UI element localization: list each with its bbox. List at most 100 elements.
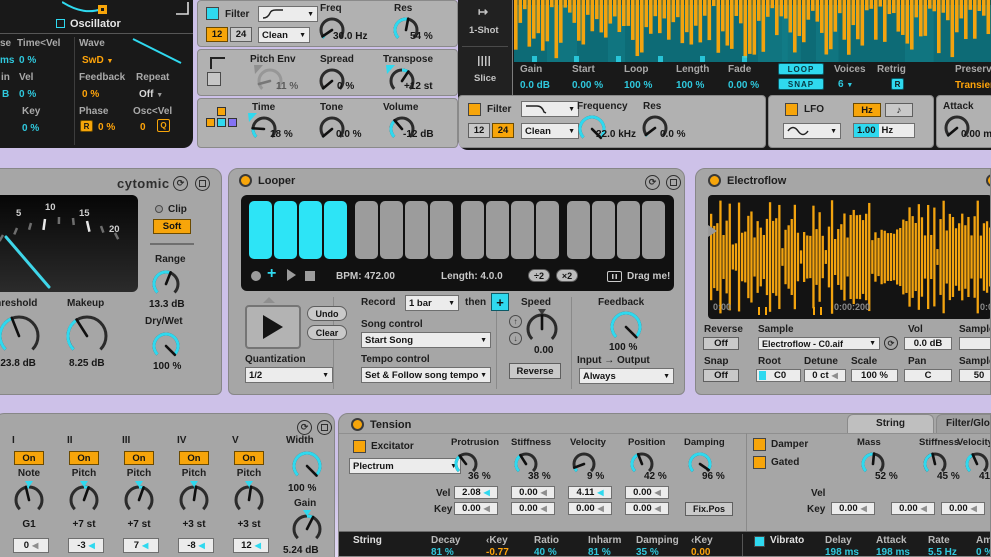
sample-param-value[interactable]: 0.00 % xyxy=(728,81,759,91)
exc-key-box[interactable]: 0.00◀ xyxy=(454,502,498,515)
resonator-pitch-value[interactable]: G1 xyxy=(6,520,52,530)
speed-value[interactable]: 0.00 xyxy=(534,346,553,356)
volume-value[interactable]: -12 dB xyxy=(403,130,434,140)
excitator-type-dropdown[interactable]: Plectrum▼ xyxy=(349,458,461,474)
vibrato-param-value[interactable]: 5.5 Hz xyxy=(928,548,957,557)
exc-vel-box[interactable]: 0.00◀ xyxy=(511,486,555,499)
spread-value[interactable]: 0 % xyxy=(337,82,354,92)
resonator-pitch-knob[interactable] xyxy=(121,481,157,522)
resonator-pitch-knob[interactable] xyxy=(66,481,102,522)
exc-knob-value[interactable]: 42 % xyxy=(644,472,667,482)
string-param-value[interactable]: 0.00 xyxy=(691,548,710,557)
oscvel-value[interactable]: 0 xyxy=(140,123,146,133)
hot-swap-icon[interactable]: ⟳ xyxy=(884,336,898,350)
lfo-checkbox[interactable] xyxy=(785,103,798,116)
threshold-value[interactable]: -23.8 dB xyxy=(0,359,36,369)
filter-checkbox[interactable] xyxy=(468,103,481,116)
resonator-pitch-value[interactable]: +3 st xyxy=(226,520,272,530)
string-param-value[interactable]: 40 % xyxy=(534,548,557,557)
attack-value[interactable]: 0.00 ms xyxy=(961,130,991,140)
bpm-readout[interactable]: BPM: 472.00 xyxy=(336,272,395,282)
drag-me-label[interactable]: Drag me! xyxy=(627,272,670,282)
song-control-dropdown[interactable]: Start Song▼ xyxy=(361,332,491,348)
preserve-value[interactable]: Transients xyxy=(955,81,991,91)
scroll-up-icon[interactable] xyxy=(263,297,275,303)
vibrato-param-value[interactable]: 198 ms xyxy=(825,548,859,557)
time-value[interactable]: 18 % xyxy=(270,130,293,140)
makeup-knob[interactable] xyxy=(63,311,111,364)
length-readout[interactable]: Length: 4.0.0 xyxy=(441,272,503,282)
play-marker-icon[interactable] xyxy=(708,225,717,237)
exc-vel-box[interactable]: 2.08◀ xyxy=(454,486,498,499)
sample-param-value[interactable]: 0.00 % xyxy=(572,81,603,91)
makeup-value[interactable]: 8.25 dB xyxy=(69,359,105,369)
filter-circuit-dropdown[interactable]: Clean▼ xyxy=(258,27,310,43)
gated-checkbox[interactable] xyxy=(753,456,766,469)
reverse-button[interactable]: Reverse xyxy=(509,363,561,379)
drywet-value[interactable]: 100 % xyxy=(153,362,181,372)
resonator-pitch-value[interactable]: +3 st xyxy=(171,520,217,530)
big-play-button[interactable] xyxy=(245,305,301,349)
resonator-offset-box[interactable]: 0◀ xyxy=(13,538,49,553)
exc-vel-box[interactable]: 4.11◀ xyxy=(568,486,612,499)
drag-clip-icon[interactable] xyxy=(607,271,622,282)
quantization-dropdown[interactable]: 1/2▼ xyxy=(245,367,333,383)
resonator-on-button[interactable]: On xyxy=(124,451,154,465)
exc-knob-value[interactable]: 36 % xyxy=(468,472,491,482)
damper-key-box[interactable]: 0.00◀ xyxy=(941,502,985,515)
resonator-pitch-knob[interactable] xyxy=(176,481,212,522)
sample-dropdown[interactable]: Electroflow - C0.aif▼ xyxy=(758,337,880,350)
filter-12db-button[interactable]: 12 xyxy=(206,27,228,42)
resonator-offset-box[interactable]: -3◀ xyxy=(68,538,104,553)
sample-waveform-display[interactable]: 0:00 0:00:200 0:0 xyxy=(708,195,991,319)
sample-param-value[interactable]: 100 % xyxy=(624,81,652,91)
resonator-offset-box[interactable]: 12◀ xyxy=(233,538,269,553)
exc-key-box[interactable]: 0.00◀ xyxy=(568,502,612,515)
freq-value[interactable]: 30.0 Hz xyxy=(333,32,367,42)
resonator-pitch-value[interactable]: +7 st xyxy=(116,520,162,530)
warp-marker[interactable] xyxy=(765,307,767,315)
res-value[interactable]: 54 % xyxy=(410,32,433,42)
exc-vel-box[interactable]: 0.00◀ xyxy=(625,486,669,499)
warp-marker[interactable] xyxy=(813,307,815,315)
pitch-mode-box[interactable] xyxy=(207,72,221,86)
snap-toggle[interactable]: Off xyxy=(703,369,739,382)
lfo-wave-dropdown[interactable]: ▼ xyxy=(783,123,841,139)
pan-box[interactable]: C xyxy=(904,369,952,382)
envelope-curve[interactable] xyxy=(62,0,118,16)
device-on-led[interactable] xyxy=(239,174,252,187)
damper-key-box[interactable]: 0.00◀ xyxy=(831,502,875,515)
fixpos-button[interactable]: Fix.Pos xyxy=(685,502,733,516)
voices-value[interactable]: 6 ▼ xyxy=(838,80,853,90)
root-box[interactable]: C0 xyxy=(756,369,801,382)
loop-display[interactable]: + BPM: 472.00 Length: 4.0.0 ÷2 ×2 Drag m… xyxy=(241,195,674,291)
oscillator-checkbox[interactable] xyxy=(56,19,65,28)
filter-checkbox[interactable] xyxy=(206,7,219,20)
lfo-rate-box[interactable]: 1.00 Hz xyxy=(853,123,915,138)
key-value[interactable]: 0 % xyxy=(22,124,39,134)
resonator-on-button[interactable]: On xyxy=(69,451,99,465)
width-value[interactable]: 100 % xyxy=(288,484,316,494)
reverse-toggle[interactable]: Off xyxy=(703,337,739,350)
timevel-value[interactable]: 0 % xyxy=(19,56,36,66)
resonator-pitch-value[interactable]: +7 st xyxy=(61,520,107,530)
string-param-value[interactable]: 35 % xyxy=(636,548,659,557)
quantize-button[interactable]: Q xyxy=(157,119,170,132)
resonator-on-button[interactable]: On xyxy=(14,451,44,465)
save-preset-icon[interactable] xyxy=(666,175,681,190)
pitch-env-value[interactable]: 11 % xyxy=(276,82,298,92)
sample2-box[interactable] xyxy=(959,337,991,350)
damper-knob-value[interactable]: 41 % xyxy=(979,472,991,482)
excitator-checkbox[interactable] xyxy=(353,440,366,453)
retrig-button[interactable]: R xyxy=(891,78,904,90)
clear-button[interactable]: Clear xyxy=(307,325,347,340)
warp-marker[interactable] xyxy=(820,307,822,315)
exc-key-box[interactable]: 0.00◀ xyxy=(511,502,555,515)
resonator-on-button[interactable]: On xyxy=(179,451,209,465)
filter-24db-button[interactable]: 24 xyxy=(492,123,514,138)
res-value[interactable]: 0.0 % xyxy=(660,130,686,140)
exc-knob-value[interactable]: 38 % xyxy=(528,472,551,482)
filter-circuit-dropdown[interactable]: Clean▼ xyxy=(521,123,579,139)
resonator-pitch-knob[interactable] xyxy=(11,481,47,522)
filter-24db-button[interactable]: 24 xyxy=(230,27,252,42)
